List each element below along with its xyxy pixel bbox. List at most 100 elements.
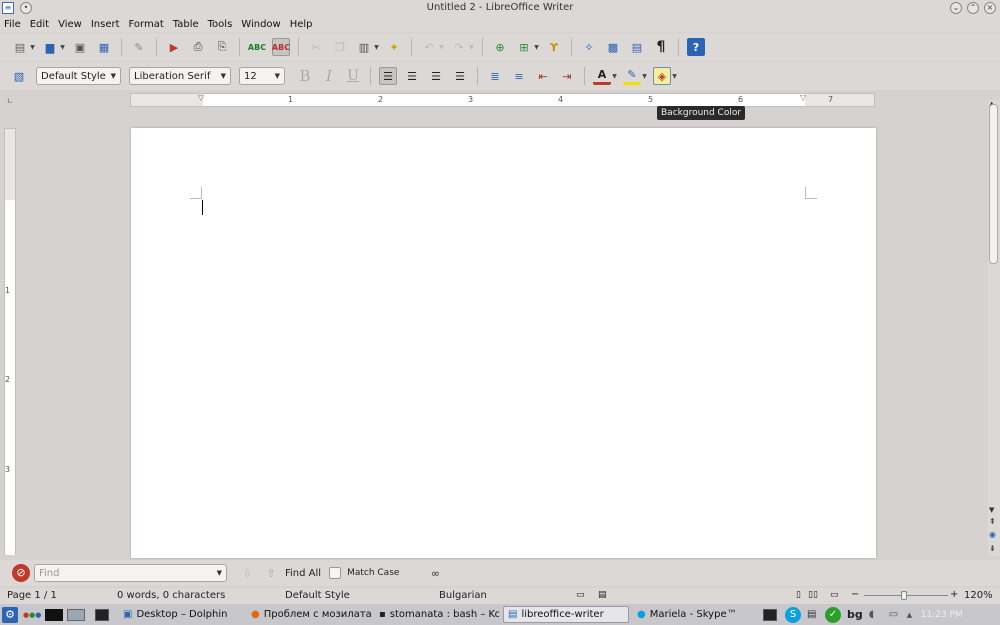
table-dropdown-icon[interactable]: ▼	[533, 44, 540, 51]
copy-icon[interactable]: ❐	[331, 38, 349, 56]
scroll-thumb[interactable]	[989, 104, 998, 264]
undo-dropdown-icon[interactable]: ▼	[438, 44, 445, 51]
task-libreoffice[interactable]: ▤ libreoffice-writer	[503, 606, 629, 623]
document-modified-icon[interactable]: ▤	[598, 590, 607, 600]
decrease-indent-icon[interactable]: ⇤	[534, 67, 552, 85]
paste-dropdown-icon[interactable]: ▼	[373, 44, 380, 51]
undo-icon[interactable]: ↶	[420, 38, 438, 56]
print-preview-icon[interactable]: ⎘	[213, 38, 231, 56]
redo-icon[interactable]: ↷	[450, 38, 468, 56]
insert-mode-icon[interactable]: ▭	[576, 590, 585, 600]
language[interactable]: Bulgarian	[439, 590, 487, 601]
document-page[interactable]	[131, 128, 876, 558]
paste-icon[interactable]: ▥	[355, 38, 373, 56]
highlighting-dropdown-icon[interactable]: ▼	[641, 73, 648, 80]
find-previous-icon[interactable]: ⇩	[238, 564, 256, 582]
gallery-icon[interactable]: ▩	[604, 38, 622, 56]
tray-status-ok-icon[interactable]: ✓	[825, 606, 841, 623]
kde-menu-icon[interactable]: ⚙	[2, 606, 18, 623]
export-pdf-icon[interactable]: ▶	[165, 38, 183, 56]
increase-indent-icon[interactable]: ⇥	[558, 67, 576, 85]
menu-view[interactable]: View	[58, 19, 82, 30]
new-dropdown-icon[interactable]: ▼	[29, 44, 36, 51]
multi-page-view-icon[interactable]: ▯▯	[808, 590, 818, 600]
zoom-level[interactable]: 120%	[964, 590, 993, 601]
tray-terminal-icon[interactable]	[763, 608, 777, 621]
navigator-icon[interactable]: ✧	[580, 38, 598, 56]
volume-icon[interactable]: ◖	[869, 609, 883, 620]
tab-stop-icon[interactable]: ∟	[7, 97, 13, 105]
keyboard-layout[interactable]: bg	[847, 608, 863, 621]
new-document-icon[interactable]: ▤	[11, 38, 29, 56]
formatting-marks-icon[interactable]: ¶	[652, 38, 670, 56]
find-and-replace-icon[interactable]: ∞	[426, 564, 444, 582]
menu-table[interactable]: Table	[173, 19, 199, 30]
clock[interactable]: 11:23 PM	[921, 610, 963, 620]
save-remote-icon[interactable]: ▦	[95, 38, 113, 56]
page-style[interactable]: Default Style	[285, 590, 350, 601]
left-indent-marker-icon[interactable]: ▽	[198, 93, 204, 102]
activities-icon[interactable]: ●●●	[23, 611, 41, 619]
find-next-icon[interactable]: ⇧	[262, 564, 280, 582]
data-sources-icon[interactable]: ▤	[628, 38, 646, 56]
background-color-icon[interactable]: ◈	[653, 67, 671, 85]
navigation-icon[interactable]: ◉	[989, 530, 996, 539]
open-dropdown-icon[interactable]: ▼	[59, 44, 66, 51]
network-icon[interactable]: ▭	[889, 609, 903, 620]
find-all-button[interactable]: Find All	[285, 568, 321, 579]
numbering-icon[interactable]: ≣	[486, 67, 504, 85]
terminal-launcher-icon[interactable]	[95, 608, 109, 621]
font-color-icon[interactable]: A	[593, 67, 611, 85]
desktop-1-icon[interactable]	[45, 608, 63, 621]
justify-icon[interactable]: ☰	[451, 67, 469, 85]
font-color-dropdown-icon[interactable]: ▼	[611, 73, 618, 80]
single-page-view-icon[interactable]: ▯	[796, 590, 801, 600]
tray-skype-icon[interactable]: S	[785, 606, 801, 623]
minimize-icon[interactable]: ⌄	[950, 2, 962, 14]
previous-page-icon[interactable]: ⇞	[989, 517, 996, 526]
align-center-icon[interactable]: ☰	[403, 67, 421, 85]
font-size-combo[interactable]: 12 ▼	[239, 67, 285, 85]
menu-help[interactable]: Help	[290, 19, 313, 30]
font-name-combo[interactable]: Liberation Serif ▼	[129, 67, 231, 85]
spellcheck-icon[interactable]: ABC	[248, 38, 266, 56]
window-menu-icon[interactable]: •	[20, 2, 32, 14]
desktop-2-icon[interactable]	[67, 608, 85, 621]
close-icon[interactable]: ×	[984, 2, 996, 14]
tray-clipboard-icon[interactable]: ▤	[807, 609, 821, 620]
maximize-icon[interactable]: ⌃	[967, 2, 979, 14]
match-case-checkbox[interactable]	[329, 567, 342, 579]
scroll-down-icon[interactable]: ▼	[989, 506, 994, 514]
menu-file[interactable]: File	[4, 19, 21, 30]
styles-and-formatting-icon[interactable]: ▧	[10, 67, 28, 85]
book-view-icon[interactable]: ▭	[830, 590, 839, 600]
align-left-icon[interactable]: ☰	[379, 67, 397, 85]
help-icon[interactable]: ?	[687, 38, 705, 56]
bullets-icon[interactable]: ≡	[510, 67, 528, 85]
find-input[interactable]: Find ▼	[34, 564, 227, 582]
menu-insert[interactable]: Insert	[91, 19, 120, 30]
menu-format[interactable]: Format	[129, 19, 164, 30]
cut-icon[interactable]: ✂	[307, 38, 325, 56]
insert-table-icon[interactable]: ⊞	[515, 38, 533, 56]
app-document-icon[interactable]: ≡	[2, 2, 14, 14]
task-firefox[interactable]: ● Проблем с мозилата -	[247, 606, 371, 623]
save-icon[interactable]: ▣	[71, 38, 89, 56]
close-find-bar-icon[interactable]: ⊘	[12, 564, 30, 582]
zoom-slider-thumb[interactable]	[901, 591, 907, 600]
background-color-dropdown-icon[interactable]: ▼	[671, 73, 678, 80]
task-dolphin[interactable]: ▣ Desktop – Dolphin	[119, 606, 243, 623]
underline-icon[interactable]: U	[344, 67, 362, 85]
print-icon[interactable]: ⎙	[189, 38, 207, 56]
page-indicator[interactable]: Page 1 / 1	[7, 590, 57, 601]
italic-icon[interactable]: I	[320, 67, 338, 85]
task-konsole[interactable]: ▪stomanata : bash – Kons	[375, 606, 499, 623]
zoom-in-icon[interactable]: +	[950, 589, 958, 600]
bold-icon[interactable]: B	[296, 67, 314, 85]
word-count[interactable]: 0 words, 0 characters	[117, 590, 225, 601]
menu-window[interactable]: Window	[241, 19, 280, 30]
auto-spellcheck-icon[interactable]: ABC	[272, 38, 290, 56]
hyperlink-icon[interactable]: ⊕	[491, 38, 509, 56]
task-skype[interactable]: ● Mariela - Skype™	[633, 606, 757, 623]
tray-expand-icon[interactable]: ▲	[907, 611, 917, 619]
